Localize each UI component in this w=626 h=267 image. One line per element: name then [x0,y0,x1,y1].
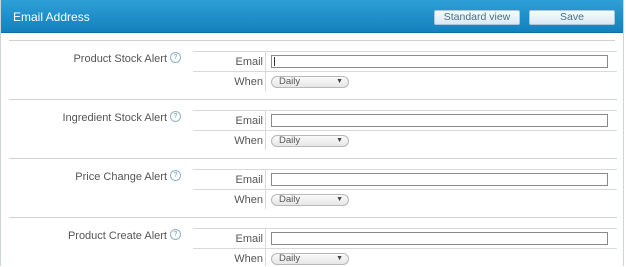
alert-label: Price Change Alert? [75,170,181,183]
email-field[interactable] [271,55,608,68]
frequency-select-value: Daily [279,76,301,87]
email-row: Email [193,228,617,249]
alert-label-text: Product Stock Alert [73,53,167,65]
divider [265,228,266,266]
frequency-select[interactable]: Daily ▼ [271,253,349,265]
chevron-down-icon: ▼ [336,137,343,144]
when-row: When Daily ▼ [193,248,617,266]
save-button[interactable]: Save [529,10,615,25]
alert-label: Product Stock Alert? [73,52,181,65]
email-row: Email [193,169,617,190]
email-row: Email [193,110,617,131]
email-field[interactable] [271,232,608,245]
email-address-panel: Email Address Standard view Save Product… [0,0,624,266]
alert-row-price-change: Price Change Alert? Email When Daily ▼ [9,159,617,218]
divider [265,169,266,209]
frequency-select[interactable]: Daily ▼ [271,76,349,88]
when-label: When [234,135,263,147]
help-icon[interactable]: ? [170,170,181,181]
email-label: Email [235,233,263,245]
alert-row-product-stock: Product Stock Alert? Email When Daily ▼ [9,41,617,100]
frequency-select-value: Daily [279,194,301,205]
alert-label-text: Price Change Alert [75,171,167,183]
when-row: When Daily ▼ [193,189,617,210]
email-field[interactable] [271,173,608,186]
alert-label-text: Product Create Alert [67,230,167,242]
panel-header: Email Address Standard view Save [1,0,623,33]
email-label: Email [235,174,263,186]
standard-view-button[interactable]: Standard view [434,10,520,25]
help-icon[interactable]: ? [170,111,181,122]
when-label: When [234,76,263,88]
panel-title: Email Address [13,10,90,24]
frequency-select-value: Daily [279,135,301,146]
frequency-select[interactable]: Daily ▼ [271,194,349,206]
alert-label: Product Create Alert? [67,229,181,242]
when-row: When Daily ▼ [193,130,617,151]
help-icon[interactable]: ? [170,229,181,240]
divider [265,110,266,150]
frequency-select-value: Daily [279,253,301,264]
email-label: Email [235,115,263,127]
alert-label: Ingredient Stock Alert? [62,111,181,124]
help-icon[interactable]: ? [170,52,181,63]
chevron-down-icon: ▼ [336,255,343,262]
divider [265,51,266,91]
alert-row-product-create: Product Create Alert? Email When Daily ▼ [9,218,617,266]
chevron-down-icon: ▼ [336,196,343,203]
email-field[interactable] [271,114,608,127]
when-label: When [234,194,263,206]
alert-row-ingredient-stock: Ingredient Stock Alert? Email When Daily… [9,100,617,159]
text-caret [274,57,275,66]
chevron-down-icon: ▼ [336,78,343,85]
when-row: When Daily ▼ [193,71,617,92]
email-label: Email [235,56,263,68]
frequency-select[interactable]: Daily ▼ [271,135,349,147]
when-label: When [234,253,263,265]
alert-label-text: Ingredient Stock Alert [62,112,167,124]
email-row: Email [193,51,617,72]
